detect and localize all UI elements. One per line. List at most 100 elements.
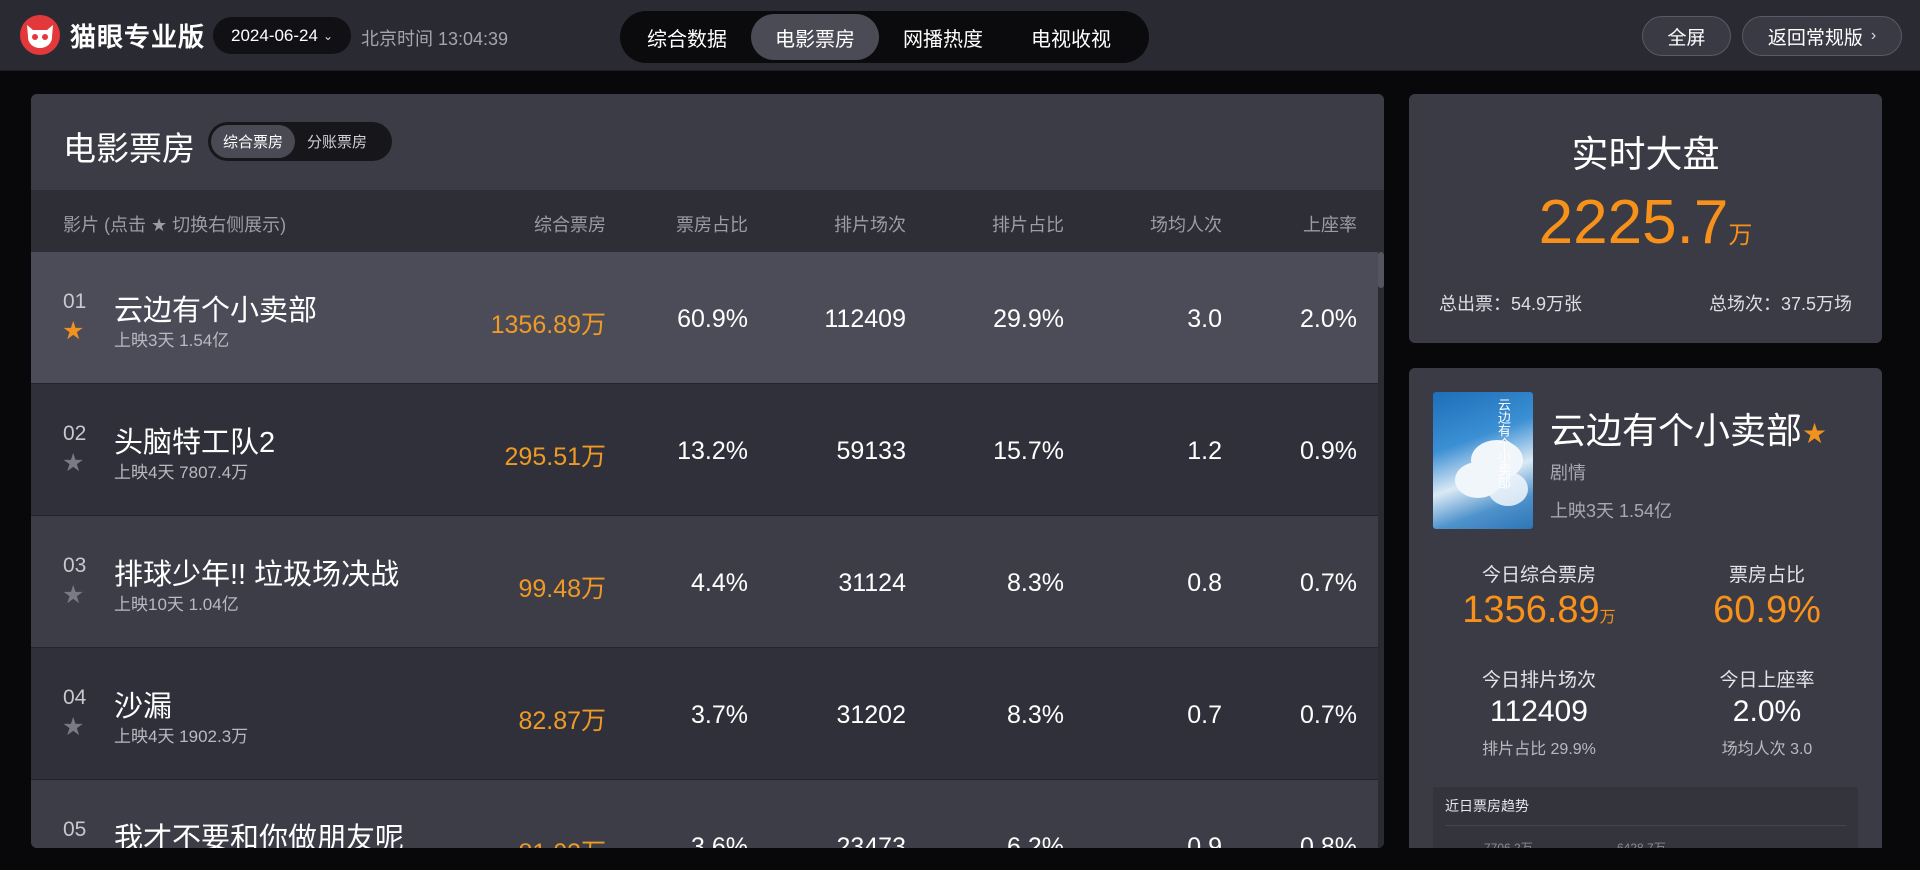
rank: 04 [63,686,87,709]
cat-eye-logo-icon [20,15,60,55]
total-tickets: 总出票：54.9万张 [1439,294,1583,314]
star-icon[interactable]: ★ [1802,418,1827,449]
table-scrollbar[interactable] [1378,252,1384,848]
shows-count: 112409 [824,305,906,333]
trend-gridline [1445,825,1846,826]
movie-name: 头脑特工队2 [114,427,276,459]
brand-logo[interactable]: 猫眼专业版 [20,15,206,55]
back-to-normal-button[interactable]: 返回常规版 › [1742,16,1902,56]
tab-tv-ratings[interactable]: 电视收视 [1007,14,1135,60]
poster-title: 云边有个小卖部 [1496,398,1511,489]
col-occupancy: 上座率 [1303,215,1357,235]
recent-trend-chart: 近日票房趋势 7706.2万 6428.7万 [1433,787,1858,848]
col-film: 影片 (点击 ★ 切换右侧展示) [63,215,287,235]
boxoffice-value: 1356.89万 [490,311,606,339]
rank: 01 [63,290,87,313]
today-boxoffice-stat: 今日综合票房 1356.89万 [1449,560,1629,632]
today-shows-value: 112409 [1490,695,1588,728]
shows-count: 23473 [836,833,906,848]
total-shows: 总场次：37.5万场 [1708,294,1852,314]
trend-label: 6428.7万 [1617,841,1666,848]
occupancy: 0.7% [1300,569,1357,597]
table-row[interactable]: 03 ★ 排球少年!! 垃圾场决战 上映10天 1.04亿 99.48万 4.4… [31,516,1384,648]
date-picker[interactable]: 2024-06-24 ⌄ [213,17,351,54]
trend-label: 7706.2万 [1484,841,1533,848]
today-boxoffice-label: 今日综合票房 [1481,565,1596,586]
realtime-unit: 万 [1728,222,1753,249]
star-icon[interactable]: ★ [62,583,87,608]
tab-web-heat[interactable]: 网播热度 [879,14,1007,60]
today-boxoffice-value: 1356.89万 [1449,589,1629,632]
detail-movie-name: 云边有个小卖部★ [1550,402,1827,454]
today-occupancy-stat: 今日上座率 2.0% 场均人次 3.0 [1677,665,1857,759]
beijing-time: 北京时间 13:04:39 [361,29,509,49]
star-icon[interactable]: ★ [62,451,87,476]
today-occupancy-label: 今日上座率 [1719,670,1815,691]
toggle-overall-boxoffice[interactable]: 综合票房 [211,125,296,158]
avg-people-note: 场均人次 3.0 [1721,741,1813,758]
boxoffice-share: 13.2% [677,437,748,465]
detail-movie-title: 云边有个小卖部 [1550,410,1803,451]
today-shows-stat: 今日排片场次 112409 排片占比 29.9% [1449,665,1629,759]
table-row[interactable]: 04 ★ 沙漏 上映4天 1902.3万 82.87万 3.7% 31202 8… [31,648,1384,780]
fullscreen-button[interactable]: 全屏 [1642,16,1731,56]
movie-poster[interactable]: 云边有个小卖部 [1433,392,1533,529]
shows-count: 31124 [838,569,906,597]
col-boxoffice-share: 票房占比 [676,215,748,235]
show-share-note: 排片占比 29.9% [1482,741,1596,758]
table-row[interactable]: 01 ★ 云边有个小卖部 上映3天 1.54亿 1356.89万 60.9% 1… [31,252,1384,384]
chevron-down-icon: ⌄ [322,28,334,43]
scrollbar-thumb[interactable] [1378,252,1384,288]
boxoffice-share: 3.7% [691,701,748,729]
boxoffice-header: 电影票房 综合票房 分账票房 [31,94,1384,190]
toggle-split-boxoffice[interactable]: 分账票房 [295,125,379,158]
show-share: 8.3% [1007,701,1064,729]
boxoffice-value: 295.51万 [504,443,606,471]
movie-release-info: 上映10天 1.04亿 [114,595,239,614]
table-body: 01 ★ 云边有个小卖部 上映3天 1.54亿 1356.89万 60.9% 1… [31,252,1384,848]
realtime-title: 实时大盘 [1571,134,1720,175]
boxoffice-share: 4.4% [691,569,748,597]
top-bar: 猫眼专业版 2024-06-24 ⌄ 北京时间 13:04:39 综合数据 电影… [0,0,1920,71]
main-nav: 综合数据 电影票房 网播热度 电视收视 [620,11,1149,63]
table-row[interactable]: 02 ★ 头脑特工队2 上映4天 7807.4万 295.51万 13.2% 5… [31,384,1384,516]
table-row[interactable]: 05 我才不要和你做朋友呢 81.03万 3.6% 23473 6.2% 0.9… [31,780,1384,848]
avg-people: 0.8 [1187,569,1222,597]
star-icon[interactable]: ★ [62,715,87,740]
table-header: 影片 (点击 ★ 切换右侧展示) 综合票房 票房占比 排片场次 排片占比 场均人… [31,190,1384,252]
show-share: 29.9% [993,305,1064,333]
avg-people: 0.9 [1187,833,1222,848]
movie-name: 云边有个小卖部 [114,295,318,327]
movie-genre: 剧情 [1550,463,1586,483]
brand-name: 猫眼专业版 [70,21,206,52]
occupancy: 2.0% [1300,305,1357,333]
tab-overview[interactable]: 综合数据 [623,14,751,60]
rank: 05 [63,818,87,841]
realtime-panel: 实时大盘 2225.7万 总出票：54.9万张 总场次：37.5万场 [1409,94,1882,343]
today-shows-label: 今日排片场次 [1481,670,1596,691]
movie-release-info: 上映3天 1.54亿 [114,331,230,350]
date-value: 2024-06-24 [230,25,318,45]
boxoffice-value: 99.48万 [518,575,606,603]
avg-people: 3.0 [1187,305,1222,333]
shows-count: 31202 [836,701,906,729]
occupancy: 0.9% [1300,437,1357,465]
rank: 03 [63,554,87,577]
boxoffice-share: 60.9% [677,305,748,333]
today-boxoffice-number: 1356.89 [1462,589,1600,631]
star-icon[interactable]: ★ [62,319,87,344]
show-share: 8.3% [1007,569,1064,597]
boxoffice-share: 3.6% [691,833,748,848]
tab-movie-boxoffice[interactable]: 电影票房 [751,14,879,60]
col-show-share: 排片占比 [992,215,1064,235]
movie-release-info: 上映4天 7807.4万 [114,463,249,482]
avg-people: 0.7 [1187,701,1222,729]
occupancy: 0.7% [1300,701,1357,729]
movie-release-info: 上映4天 1902.3万 [114,727,249,746]
boxoffice-share-value: 60.9% [1713,589,1821,631]
movie-release-info: 上映3天 1.54亿 [1550,501,1673,521]
boxoffice-share-stat: 票房占比 60.9% [1677,560,1857,632]
show-share: 15.7% [993,437,1064,465]
realtime-total: 2225.7万 [1409,192,1882,254]
col-boxoffice: 综合票房 [534,215,606,235]
